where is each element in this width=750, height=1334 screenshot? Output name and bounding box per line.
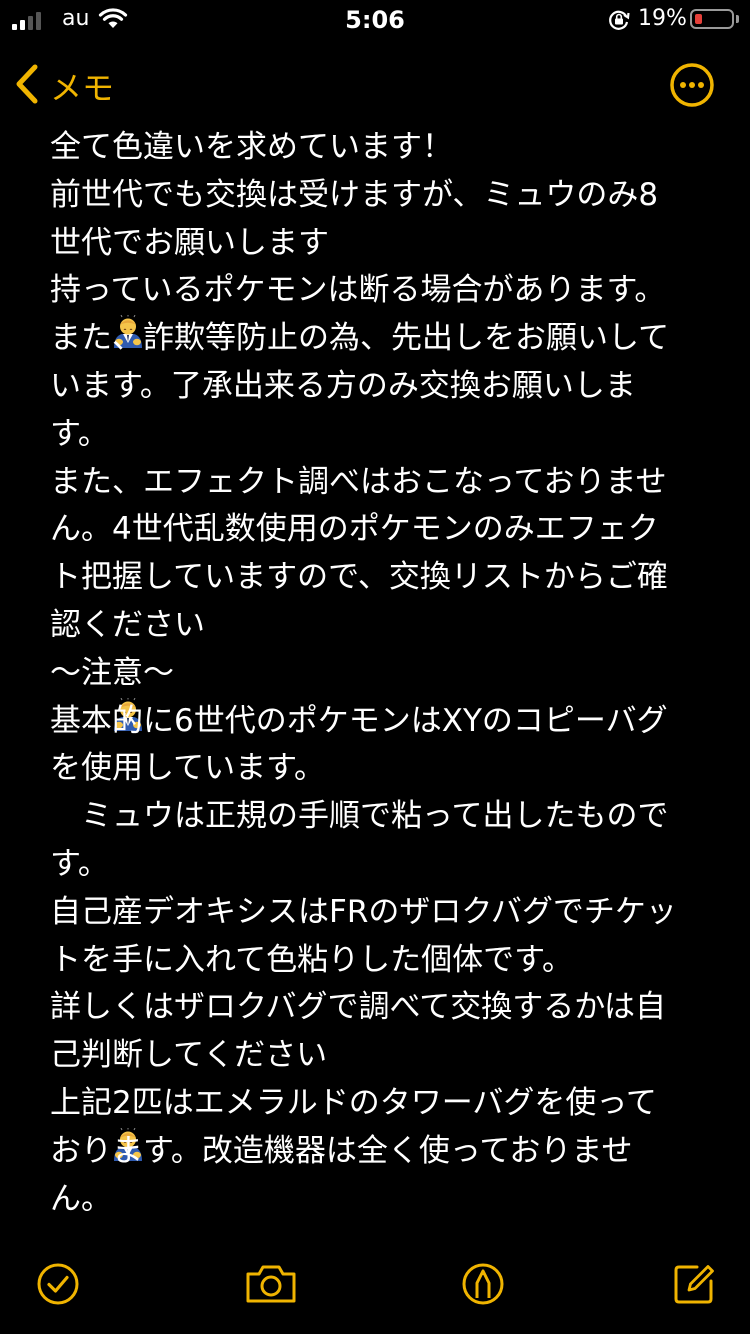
note-line: 上記2匹はエメラルドのタワーバグを使って [50,1080,700,1128]
compose-icon [672,1265,716,1310]
note-line-text: 基本的に6世代のポケモンはXYのコピーバグ [50,702,668,739]
note-line: 持っているポケモンは断る場合があります。 [50,267,700,315]
battery-icon [690,9,734,29]
note-line: います。了承出来る方のみ交換お願いしま [50,363,700,411]
checklist-icon [36,1263,80,1310]
note-line: 全て色違いを求めています！ [50,124,700,172]
camera-icon [244,1265,298,1310]
bottom-toolbar [0,1262,750,1312]
note-line-text: を使用しています。 [50,750,325,787]
note-body[interactable]: 全て色違いを求めています！ 前世代でも交換は受けますが、ミュウのみ8 世代でお願いし… [50,124,700,1223]
note-line-text: 上記2匹はエメラルドのタワーバグを使って [50,1084,657,1121]
note-line: 自己産デオキシスはFRのザロクバグでチケッ [50,889,700,937]
note-line: す。 [50,411,700,459]
markup-pen-icon [461,1263,505,1310]
checklist-button[interactable] [36,1262,80,1310]
back-button-label: メモ [50,69,115,107]
note-line: ん。 [50,1176,700,1224]
battery-nub [736,15,739,23]
note-line-text: また、詐欺等防止の為、先出しをお願いして [50,320,670,357]
note-line: 基本的に6世代のポケモンはXYのコピーバグ [50,698,700,746]
note-line-text: ん。 [50,1180,112,1217]
more-options-icon [668,63,716,113]
note-line-text: ト把握していますので、交換リストからご確 [50,559,668,596]
note-line-text: ん。4世代乱数使用のポケモンのみエフェク [50,511,659,548]
note-line: また、エフェクト調べはおこなっておりませ [50,459,700,507]
note-line-text: 全て色違いを求めています！ [50,129,453,165]
note-line: 世代でお願いします [50,220,700,349]
note-line-text: ミュウは正規の手順で粘って出したもので [50,798,669,835]
note-line: を使用しています。 [50,745,700,793]
note-line-text: 己判断してください [50,1037,328,1074]
navigation-bar: メモ [0,58,750,114]
note-line: 詳しくはザロクバグで調べて交換するかは自 [50,984,700,1032]
note-line-text: 詳しくはザロクバグで調べて交換するかは自 [50,989,666,1026]
note-line: 〜注意〜 [50,650,700,698]
note-line-text: また、エフェクト調べはおこなっておりませ [50,463,667,500]
back-button[interactable]: メモ [14,62,114,110]
note-line-text: 〜注意〜 [50,654,174,691]
note-line: おります。改造機器は全く使っておりませ [50,1128,700,1176]
note-line-text: います。了承出来る方のみ交換お願いしま [50,367,636,404]
status-bar: au 5:06 19% [0,0,750,40]
note-line: ミュウは正規の手順で粘って出したもので [50,793,700,841]
note-line-text: 認ください [50,606,205,643]
note-line-text: す。 [50,845,109,882]
note-line-text: す。 [50,415,109,452]
note-line-text: 持っているポケモンは断る場合があります。 [50,272,666,309]
chevron-left-icon [14,62,40,110]
note-line-text: トを手に入れて色粘りした個体です。 [50,941,573,978]
more-options-button[interactable] [668,61,716,113]
note-line: 己判断してください [50,1032,700,1161]
battery-level-fill [695,14,702,24]
note-line-text: 自己産デオキシスはFRのザロクバグでチケッ [50,893,677,930]
note-line: す。 [50,841,700,889]
note-line: トを手に入れて色粘りした個体です。 [50,937,700,985]
camera-button[interactable] [244,1262,298,1310]
note-line-text: 前世代でも交換は受けますが、ミュウのみ8 [50,176,659,213]
markup-button[interactable] [461,1262,505,1310]
note-line: 前世代でも交換は受けますが、ミュウのみ8 [50,172,700,220]
battery-percentage: 19% [638,6,687,31]
note-line: 認ください [50,602,700,731]
note-line: また、詐欺等防止の為、先出しをお願いして [50,315,700,363]
compose-button[interactable] [672,1262,716,1310]
note-line-text: おります。改造機器は全く使っておりませ [50,1132,633,1169]
note-line-text: 世代でお願いします [50,224,329,261]
note-line: ん。4世代乱数使用のポケモンのみエフェク [50,506,700,554]
note-line: ト把握していますので、交換リストからご確 [50,554,700,602]
orientation-lock-icon [607,8,631,36]
